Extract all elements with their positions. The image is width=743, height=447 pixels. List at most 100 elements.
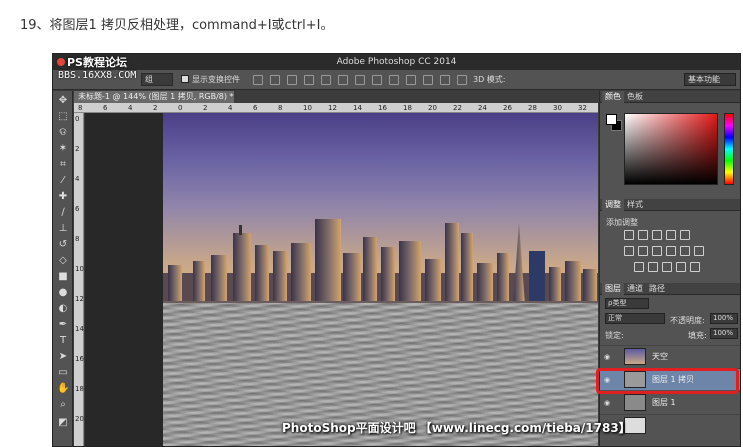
layer-kind-filter[interactable]: ρ类型: [605, 298, 649, 309]
auto-align-icon[interactable]: [457, 75, 467, 85]
distribute-middle-icon[interactable]: [372, 75, 382, 85]
gradient-tool-icon[interactable]: ■: [57, 271, 69, 283]
window-title: Adobe Photoshop CC 2014: [336, 57, 457, 67]
photo-filter-icon[interactable]: [666, 246, 676, 256]
auto-select-dropdown[interactable]: 组: [141, 73, 173, 86]
distribute-bottom-icon[interactable]: [389, 75, 399, 85]
hue-saturation-icon[interactable]: [624, 246, 634, 256]
distribute-left-icon[interactable]: [406, 75, 416, 85]
threshold-icon[interactable]: [662, 262, 672, 272]
color-picker-field[interactable]: [624, 113, 718, 185]
align-left-icon[interactable]: [304, 75, 314, 85]
tab-channels[interactable]: 通道: [624, 283, 646, 295]
stamp-tool-icon[interactable]: ⊥: [57, 223, 69, 235]
forum-logo: PS教程论坛: [67, 56, 127, 69]
ruler-tick-label: 20: [428, 104, 437, 112]
options-bar: 组 显示变换控件 3D 模式: 基本功能: [53, 70, 740, 90]
invert-icon[interactable]: [634, 262, 644, 272]
opacity-label: 不透明度:: [670, 316, 705, 325]
posterize-icon[interactable]: [648, 262, 658, 272]
distribute-right-icon[interactable]: [440, 75, 450, 85]
ruler-tick-label: 28: [528, 104, 537, 112]
foreground-color-swatch[interactable]: [606, 114, 617, 125]
visibility-eye-icon[interactable]: ◉: [604, 399, 610, 407]
tab-styles[interactable]: 样式: [624, 199, 646, 211]
tab-color[interactable]: 颜色: [602, 91, 624, 103]
adjustments-panel-tabs: 调整 样式: [600, 199, 740, 211]
move-tool-icon[interactable]: ✥: [57, 95, 69, 107]
lock-label: 锁定:: [605, 331, 624, 340]
selective-color-icon[interactable]: [690, 262, 700, 272]
ruler-tick-label: 6: [103, 104, 108, 112]
tab-paths[interactable]: 路径: [646, 283, 668, 295]
document-tab[interactable]: 未标题-1 @ 144% (图层 1 拷贝, RGB/8) *: [74, 91, 234, 103]
align-bottom-icon[interactable]: [287, 75, 297, 85]
magic-wand-tool-icon[interactable]: ✶: [57, 143, 69, 155]
ruler-tick-label: 0: [75, 115, 80, 123]
close-window-icon[interactable]: [57, 58, 65, 66]
ruler-tick-label: 2: [153, 104, 158, 112]
ruler-tick-label: 14: [75, 325, 84, 333]
workspace-dropdown[interactable]: 基本功能: [684, 73, 736, 86]
lasso-tool-icon[interactable]: ଡ: [57, 127, 69, 139]
ruler-tick-label: 10: [303, 104, 312, 112]
dodge-tool-icon[interactable]: ◐: [57, 303, 69, 315]
eraser-tool-icon[interactable]: ◇: [57, 255, 69, 267]
hue-slider[interactable]: [724, 113, 734, 185]
ruler-tick-label: 8: [78, 104, 83, 112]
ruler-tick-label: 22: [453, 104, 462, 112]
channel-mixer-icon[interactable]: [680, 246, 690, 256]
title-bar: PS教程论坛 Adobe Photoshop CC 2014: [53, 54, 740, 70]
city-skyline: [163, 219, 598, 313]
path-selection-tool-icon[interactable]: ➤: [57, 351, 69, 363]
align-center-icon[interactable]: [321, 75, 331, 85]
type-tool-icon[interactable]: T: [57, 335, 69, 347]
ruler-tick-label: 4: [75, 175, 80, 183]
ruler-tick-label: 6: [75, 205, 80, 213]
color-swatch-icon[interactable]: ◩: [57, 417, 69, 429]
history-brush-tool-icon[interactable]: ↺: [57, 239, 69, 251]
vibrance-icon[interactable]: [680, 230, 690, 240]
document-image[interactable]: [163, 113, 598, 446]
brush-tool-icon[interactable]: ∕: [57, 207, 69, 219]
distribute-top-icon[interactable]: [355, 75, 365, 85]
levels-icon[interactable]: [638, 230, 648, 240]
ruler-tick-label: 12: [75, 295, 84, 303]
color-balance-icon[interactable]: [638, 246, 648, 256]
distribute-center-icon[interactable]: [423, 75, 433, 85]
zoom-tool-icon[interactable]: ⌕: [57, 399, 69, 411]
adjustment-icons-row-3: [634, 262, 700, 272]
layer-row[interactable]: ◉ 图层 1: [600, 391, 740, 413]
pen-tool-icon[interactable]: ✒: [57, 319, 69, 331]
align-middle-icon[interactable]: [270, 75, 280, 85]
black-white-icon[interactable]: [652, 246, 662, 256]
ruler-tick-label: 18: [403, 104, 412, 112]
canvas-area[interactable]: [85, 113, 598, 446]
tab-layers[interactable]: 图层: [602, 283, 624, 295]
ruler-tick-label: 20: [75, 415, 84, 423]
fill-input[interactable]: 100%: [710, 328, 738, 339]
color-lookup-icon[interactable]: [694, 246, 704, 256]
marquee-tool-icon[interactable]: ⬚: [57, 111, 69, 123]
align-right-icon[interactable]: [338, 75, 348, 85]
gradient-map-icon[interactable]: [676, 262, 686, 272]
healing-brush-tool-icon[interactable]: ✚: [57, 191, 69, 203]
curves-icon[interactable]: [652, 230, 662, 240]
fill-label: 填充:: [688, 331, 707, 340]
opacity-input[interactable]: 100%: [710, 313, 738, 324]
exposure-icon[interactable]: [666, 230, 676, 240]
brightness-icon[interactable]: [624, 230, 634, 240]
layer-row[interactable]: ◉ 天空: [600, 345, 740, 367]
tab-swatches[interactable]: 色板: [624, 91, 646, 103]
show-transform-checkbox[interactable]: [181, 75, 189, 83]
tab-adjustments[interactable]: 调整: [602, 199, 624, 211]
visibility-eye-icon[interactable]: ◉: [604, 353, 610, 361]
blend-mode-dropdown[interactable]: 正常: [605, 313, 665, 324]
hand-tool-icon[interactable]: ✋: [57, 383, 69, 395]
shape-tool-icon[interactable]: ▭: [57, 367, 69, 379]
eyedropper-tool-icon[interactable]: ⁄: [57, 175, 69, 187]
blur-tool-icon[interactable]: ●: [57, 287, 69, 299]
ruler-tick-label: 6: [253, 104, 258, 112]
align-top-icon[interactable]: [253, 75, 263, 85]
crop-tool-icon[interactable]: ⌗: [57, 159, 69, 171]
